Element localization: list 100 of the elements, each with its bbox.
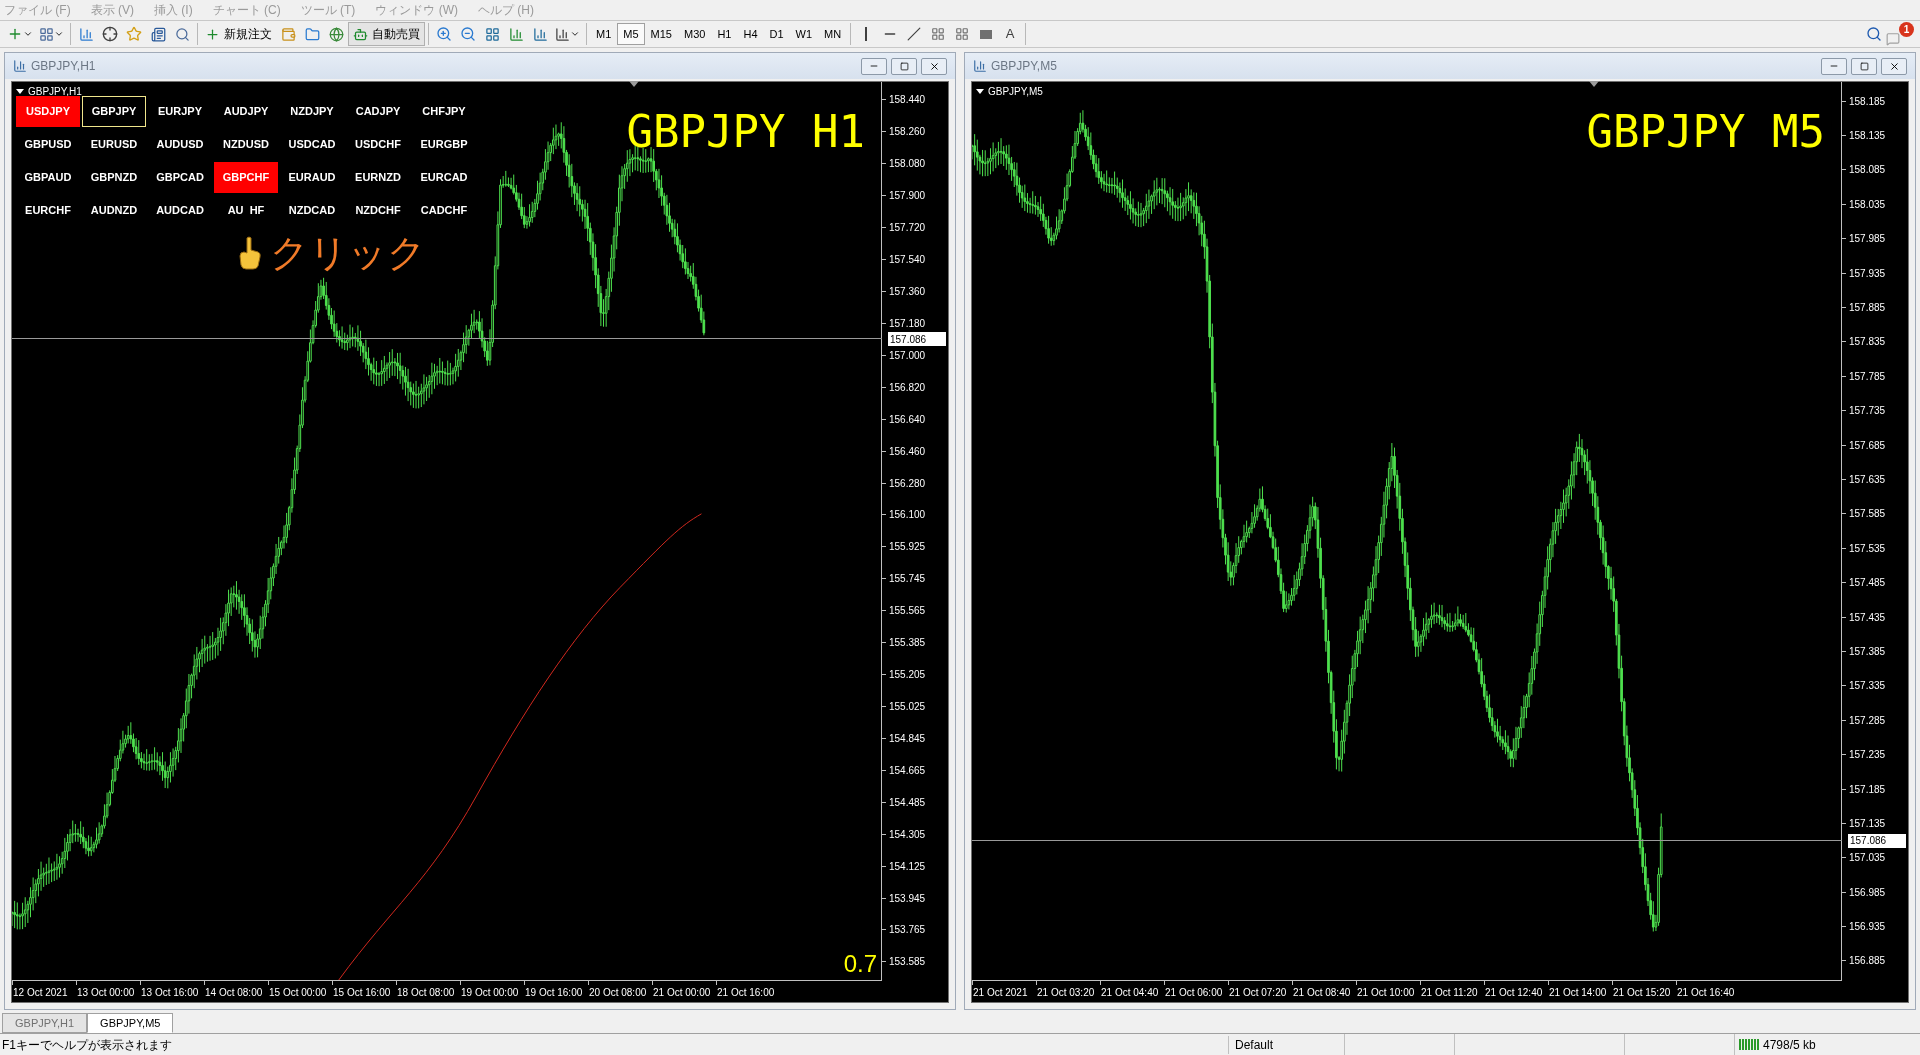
time-axis-label: 21 Oct 04:40 (1100, 986, 1160, 1000)
timeframe-button[interactable]: W1 (789, 23, 819, 45)
price-axis-label: 157.685 (1848, 438, 1886, 453)
price-axis-label: 155.565 (888, 604, 926, 619)
price-axis-label: 154.845 (888, 731, 926, 746)
symbol-button[interactable]: USDJPY (16, 96, 80, 127)
price-axis-label: 156.100 (888, 508, 926, 523)
price-axis-label: 157.540 (888, 253, 926, 268)
price-axis-label: 157.885 (1848, 301, 1886, 316)
chart-symbol-label: GBPJPY,H1 (28, 85, 82, 99)
current-price-label: 157.086 (1848, 833, 1906, 848)
window-title: GBPJPY,M5 (991, 58, 1058, 75)
time-axis-label: 21 Oct 11:20 (1420, 986, 1479, 1000)
price-axis-label: 157.285 (1848, 713, 1886, 728)
price-axis-label: 157.935 (1848, 266, 1886, 281)
time-axis-label: 21 Oct 08:40 (1292, 986, 1352, 1000)
price-axis-label: 157.335 (1848, 679, 1886, 694)
timeframe-button[interactable]: M1 (590, 23, 618, 45)
chart-big-label: GBPJPY H1 (626, 110, 865, 154)
timeframe-button[interactable]: H4 (737, 23, 764, 45)
price-axis-label: 158.440 (888, 93, 926, 108)
timeframe-button[interactable]: M15 (644, 23, 678, 45)
time-axis-label: 21 Oct 07:20 (1228, 986, 1288, 1000)
time-axis-label: 21 Oct 03:20 (1036, 986, 1096, 1000)
chart-big-label: GBPJPY M5 (1586, 110, 1825, 154)
price-axis-label: 156.935 (1848, 920, 1886, 935)
time-axis-label: 21 Oct 14:00 (1548, 986, 1608, 1000)
price-axis-label: 157.985 (1848, 232, 1886, 247)
time-axis-label: 12 Oct 2021 (12, 986, 69, 1000)
time-axis-label: 13 Oct 00:00 (76, 986, 136, 1000)
time-axis-label: 21 Oct 00:00 (652, 986, 712, 1000)
new-order-button[interactable]: 新規注文 (201, 22, 276, 46)
text-tool-button[interactable]: A (998, 22, 1023, 46)
time-axis-label: 13 Oct 16:00 (140, 986, 200, 1000)
symbol-button[interactable]: GBPJPY (82, 96, 146, 127)
price-axis-label: 157.900 (888, 189, 926, 204)
window-title: GBPJPY,H1 (31, 58, 97, 75)
time-axis-label: 21 Oct 10:00 (1356, 986, 1416, 1000)
indicator-value: 0.7 (843, 952, 877, 976)
timeframe-button[interactable]: H1 (711, 23, 738, 45)
price-axis-label: 154.305 (888, 827, 926, 842)
price-axis-label: 157.035 (1848, 851, 1886, 866)
price-axis-label: 156.885 (1848, 954, 1886, 969)
time-axis-label: 20 Oct 08:00 (588, 986, 648, 1000)
price-axis-label: 158.260 (888, 125, 926, 140)
auto-trading-button[interactable]: 自動売買 (348, 22, 425, 46)
price-axis-label: 158.135 (1848, 129, 1886, 144)
price-axis-label: 157.385 (1848, 644, 1886, 659)
price-axis-label: 157.235 (1848, 748, 1886, 763)
chart-tab[interactable]: GBPJPY,H1 (2, 1013, 88, 1033)
price-axis-label: 157.635 (1848, 473, 1886, 487)
price-axis-label: 156.985 (1848, 885, 1886, 900)
price-axis-label: 157.435 (1848, 610, 1886, 625)
chart-tab[interactable]: GBPJPY,M5 (87, 1013, 174, 1033)
timeframe-button[interactable]: MN (818, 23, 848, 45)
price-axis-label: 154.665 (888, 763, 926, 778)
price-axis-label: 157.360 (888, 285, 926, 299)
traffic-status: 4798/5 kb (1763, 1036, 1816, 1054)
price-axis-label: 157.835 (1848, 335, 1886, 350)
price-axis-label: 154.125 (888, 859, 926, 874)
price-axis-label: 155.205 (888, 668, 926, 683)
time-axis-label: 21 Oct 06:00 (1164, 986, 1224, 1000)
chart-symbol-label: GBPJPY,M5 (988, 85, 1043, 99)
price-axis-label: 157.135 (1848, 816, 1886, 831)
notification-badge: 1 (1899, 22, 1914, 37)
price-axis-label: 155.385 (888, 636, 926, 651)
price-axis-label: 153.585 (888, 955, 926, 970)
time-axis-label: 21 Oct 15:20 (1612, 986, 1672, 1000)
symbol-button[interactable]: GBPCHF (214, 162, 278, 193)
price-axis-label: 156.640 (888, 412, 926, 427)
timeframe-button[interactable]: M30 (677, 23, 712, 45)
time-axis-label: 21 Oct 2021 (972, 986, 1029, 1000)
click-annotation: クリック (270, 234, 426, 272)
price-axis-label: 156.820 (888, 380, 926, 395)
price-axis-label: 158.085 (1848, 163, 1886, 178)
price-axis-label: 157.485 (1848, 576, 1886, 591)
time-axis-label: 21 Oct 16:40 (1676, 986, 1736, 1000)
price-axis-label: 157.000 (888, 348, 926, 363)
timeframe-button[interactable]: D1 (763, 23, 790, 45)
time-axis-label: 15 Oct 00:00 (268, 986, 328, 1000)
price-axis-label: 156.460 (888, 444, 926, 459)
timeframe-button[interactable]: M5 (617, 23, 645, 45)
time-axis-label: 21 Oct 16:00 (716, 986, 776, 1000)
price-axis-label: 155.025 (888, 699, 926, 714)
time-axis-label: 15 Oct 16:00 (332, 986, 392, 1000)
time-axis-label: 19 Oct 00:00 (460, 986, 520, 1000)
price-axis-label: 157.535 (1848, 541, 1886, 556)
price-axis-label: 158.185 (1848, 94, 1886, 109)
price-axis-label: 157.185 (1848, 782, 1886, 797)
price-axis-label: 158.035 (1848, 197, 1886, 212)
price-axis-label: 157.720 (888, 221, 926, 236)
price-axis-label: 155.925 (888, 540, 926, 555)
price-axis-label: 157.735 (1848, 404, 1886, 419)
price-axis-label: 154.485 (888, 795, 926, 810)
price-axis-label: 156.280 (888, 476, 926, 491)
time-axis-label: 19 Oct 16:00 (524, 986, 584, 1000)
price-axis-label: 153.945 (888, 891, 926, 906)
price-axis-label: 157.785 (1848, 369, 1886, 384)
price-axis-label: 157.585 (1848, 507, 1886, 522)
price-axis-label: 153.765 (888, 923, 926, 938)
